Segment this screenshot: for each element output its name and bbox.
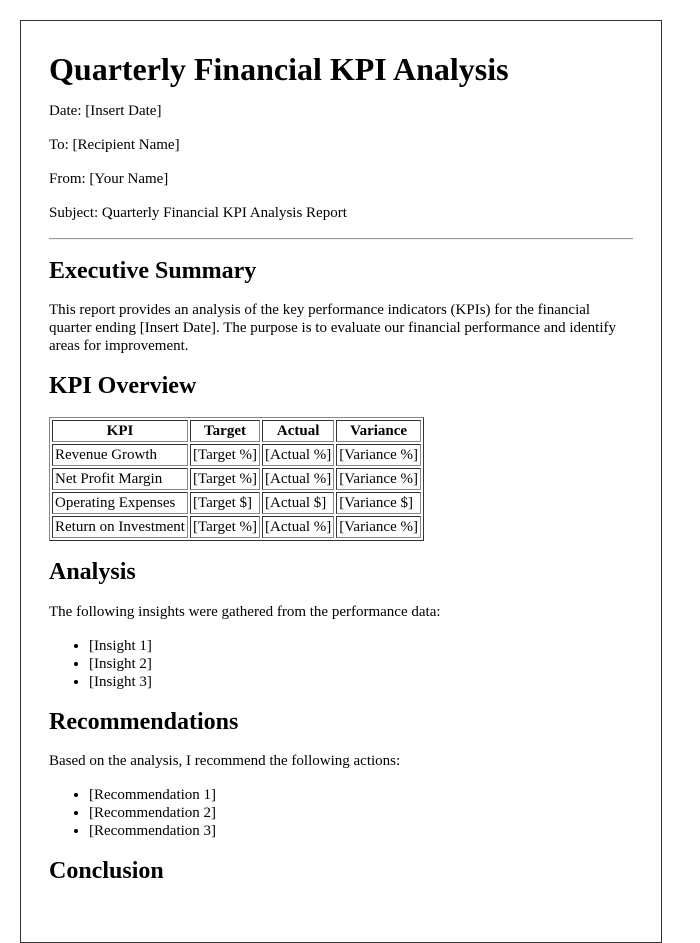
table-row: Net Profit Margin [Target %] [Actual %] … (52, 467, 421, 490)
meta-to: To: [Recipient Name] (49, 136, 180, 153)
cell-kpi: Operating Expenses (52, 491, 188, 514)
column-header-kpi: KPI (52, 419, 188, 442)
kpi-table: KPI Target Actual Variance Revenue Growt… (49, 416, 424, 541)
list-item: [Insight 2] (89, 655, 633, 673)
section-analysis: Analysis The following insights were gat… (49, 559, 633, 691)
list-item: [Recommendation 2] (89, 804, 633, 822)
section-conclusion: Conclusion (49, 858, 633, 886)
cell-variance: [Variance %] (336, 443, 421, 466)
column-header-actual: Actual (262, 419, 335, 442)
section-recommendations: Recommendations Based on the analysis, I… (49, 709, 633, 841)
meta-date: Date: [Insert Date] (49, 102, 162, 119)
section-executive-summary: Executive Summary This report provides a… (49, 258, 633, 356)
analysis-intro: The following insights were gathered fro… (49, 603, 441, 620)
table-header-row: KPI Target Actual Variance (52, 419, 421, 442)
cell-kpi: Return on Investment (52, 515, 188, 538)
recommendation-list: [Recommendation 1] [Recommendation 2] [R… (49, 786, 633, 840)
document-title: Quarterly Financial KPI Analysis (49, 51, 509, 87)
list-item: [Recommendation 3] (89, 822, 633, 840)
column-header-target: Target (189, 419, 261, 442)
section-heading: Conclusion (49, 858, 164, 885)
cell-target: [Target %] (189, 467, 261, 490)
letter-meta: Date: [Insert Date] To: [Recipient Name]… (49, 102, 633, 222)
table-row: Operating Expenses [Target $] [Actual $]… (52, 491, 421, 514)
cell-target: [Target %] (189, 515, 261, 538)
document-page: Quarterly Financial KPI Analysis Date: [… (20, 20, 662, 943)
section-heading: Executive Summary (49, 257, 257, 284)
section-kpi-overview: KPI Overview KPI Target Actual Variance … (49, 373, 633, 541)
section-heading: KPI Overview (49, 373, 197, 400)
cell-variance: [Variance %] (336, 515, 421, 538)
recommendations-intro: Based on the analysis, I recommend the f… (49, 753, 401, 770)
section-heading: Recommendations (49, 708, 239, 735)
table-row: Return on Investment [Target %] [Actual … (52, 515, 421, 538)
cell-actual: [Actual $] (262, 491, 335, 514)
cell-variance: [Variance %] (336, 467, 421, 490)
cell-actual: [Actual %] (262, 515, 335, 538)
meta-from: From: [Your Name] (49, 170, 169, 187)
divider (49, 237, 633, 240)
section-heading: Analysis (49, 558, 136, 585)
executive-summary-text: This report provides an analysis of the … (49, 302, 616, 355)
list-item: [Recommendation 1] (89, 786, 633, 804)
list-item: [Insight 3] (89, 673, 633, 691)
cell-target: [Target %] (189, 443, 261, 466)
cell-kpi: Revenue Growth (52, 443, 188, 466)
meta-subject: Subject: Quarterly Financial KPI Analysi… (49, 204, 347, 221)
cell-actual: [Actual %] (262, 443, 335, 466)
list-item: [Insight 1] (89, 637, 633, 655)
table-row: Revenue Growth [Target %] [Actual %] [Va… (52, 443, 421, 466)
cell-actual: [Actual %] (262, 467, 335, 490)
cell-target: [Target $] (189, 491, 261, 514)
cell-kpi: Net Profit Margin (52, 467, 188, 490)
cell-variance: [Variance $] (336, 491, 421, 514)
column-header-variance: Variance (336, 419, 421, 442)
insight-list: [Insight 1] [Insight 2] [Insight 3] (49, 637, 633, 691)
